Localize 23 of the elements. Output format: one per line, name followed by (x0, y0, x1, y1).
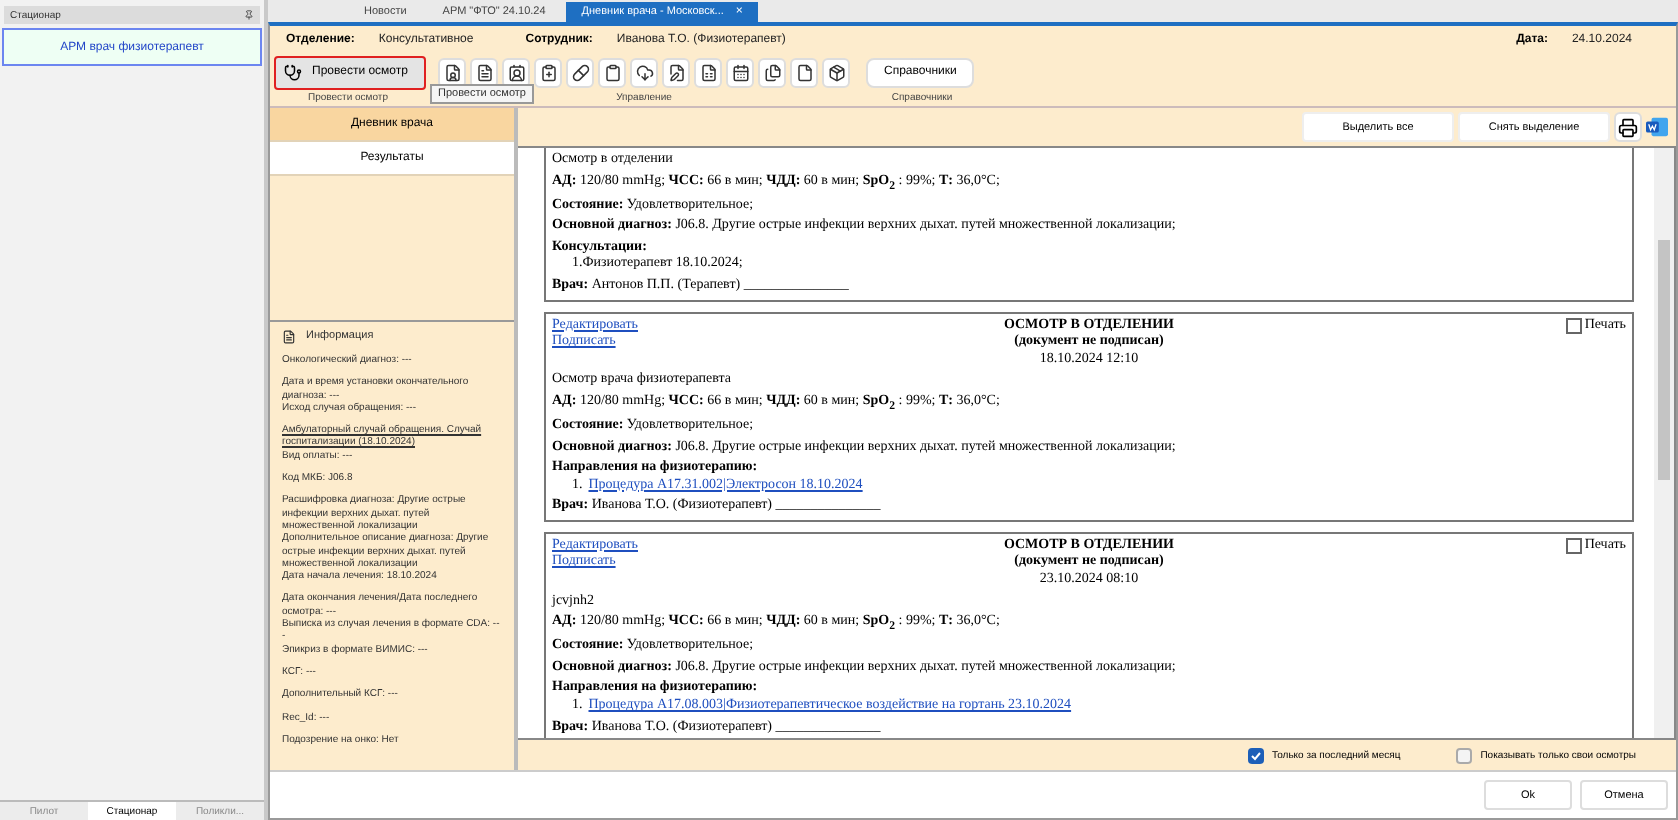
document-export-icon[interactable] (1646, 116, 1668, 138)
pin-icon[interactable] (244, 10, 254, 20)
document-icon[interactable] (470, 57, 498, 87)
print-checkbox[interactable] (1566, 537, 1583, 554)
filter-checkbox[interactable] (1456, 747, 1473, 763)
pill-icon[interactable] (566, 57, 594, 87)
file-icon[interactable] (790, 57, 818, 87)
clipboard-plus-icon[interactable] (534, 57, 562, 87)
stethoscope-icon (284, 63, 302, 81)
print-button[interactable] (1614, 112, 1642, 142)
scrollbar[interactable] (1654, 148, 1674, 738)
card-icon[interactable] (438, 57, 466, 87)
calendar-icon[interactable] (726, 57, 754, 87)
cloud-icon[interactable] (630, 57, 658, 87)
filter-checkbox[interactable] (1247, 747, 1264, 763)
package-icon[interactable] (822, 57, 850, 87)
info-icon (282, 330, 296, 344)
files-icon[interactable] (758, 57, 786, 87)
print-checkbox[interactable] (1566, 317, 1583, 334)
contact-icon[interactable] (502, 57, 530, 87)
clipboard-icon[interactable] (598, 57, 626, 87)
spreadsheet-icon[interactable] (694, 57, 722, 87)
file-edit-icon[interactable] (662, 57, 690, 87)
